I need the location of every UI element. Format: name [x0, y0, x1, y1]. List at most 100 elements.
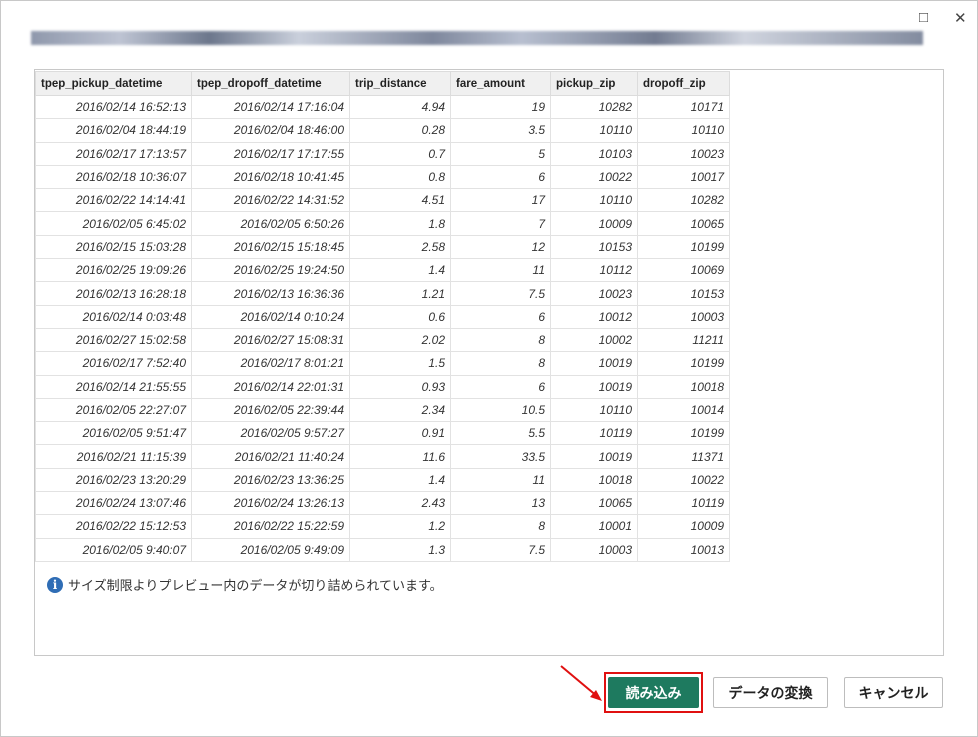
- table-row: 2016/02/05 9:40:07 2016/02/05 9:49:09 1.3 7…: [35, 537, 730, 562]
- table-cell: 7.5: [450, 281, 551, 306]
- table-cell: 7: [450, 211, 551, 236]
- table-cell: 2016/02/18 10:36:07: [35, 164, 192, 190]
- table-cell: 2016/02/22 14:31:52: [191, 188, 350, 213]
- table-cell: 33.5: [450, 444, 551, 469]
- table-row: 2016/02/17 17:13:57 2016/02/17 17:17:55 0.…: [35, 141, 730, 166]
- column-header-trip-distance[interactable]: trip_distance: [349, 71, 451, 96]
- table-row: 2016/02/21 11:15:39 2016/02/21 11:40:24 11…: [35, 444, 730, 469]
- table-cell: 5.5: [450, 421, 551, 446]
- table-cell: 2016/02/23 13:36:25: [191, 467, 350, 493]
- table-cell: 7.5: [450, 537, 551, 562]
- table-cell: 2.02: [349, 327, 451, 353]
- table-cell: 6: [450, 304, 551, 329]
- column-header-fare-amount[interactable]: fare_amount: [450, 71, 551, 96]
- table-row: 2016/02/14 0:03:48 2016/02/14 0:10:24 0.6 6…: [35, 304, 730, 329]
- table-cell: 2016/02/05 6:45:02: [35, 211, 192, 236]
- table-cell: 2016/02/17 17:13:57: [35, 141, 192, 166]
- table-cell: 10009: [637, 514, 730, 539]
- table-cell: 0.93: [349, 374, 451, 399]
- table-cell: 1.21: [349, 281, 451, 306]
- table-cell: 2016/02/05 22:27:07: [35, 397, 192, 423]
- table-cell: 10069: [637, 258, 730, 283]
- table-cell: 10012: [550, 304, 638, 329]
- table-cell: 10110: [550, 118, 638, 143]
- table-cell: 11.6: [349, 444, 451, 469]
- table-cell: 2016/02/13 16:36:36: [191, 281, 350, 306]
- maximize-icon[interactable]: □: [919, 9, 928, 26]
- truncation-notice: i サイズ制限よりプレビュー内のデータが切り詰められています。: [47, 575, 443, 594]
- cancel-button[interactable]: キャンセル: [844, 677, 943, 708]
- table-cell: 10103: [550, 141, 638, 166]
- table-cell: 2016/02/14 16:52:13: [35, 94, 192, 120]
- red-arrow-annotation: [560, 665, 602, 701]
- table-cell: 19: [450, 94, 551, 120]
- column-header-dropoff-zip[interactable]: dropoff_zip: [637, 71, 730, 96]
- table-cell: 2016/02/25 19:09:26: [35, 258, 192, 283]
- table-row: 2016/02/24 13:07:46 2016/02/24 13:26:13 2.…: [35, 491, 730, 516]
- table-cell: 10065: [550, 491, 638, 516]
- table-cell: 12: [450, 234, 551, 260]
- table-cell: 10023: [550, 281, 638, 306]
- table-cell: 2.58: [349, 234, 451, 260]
- table-row: 2016/02/05 6:45:02 2016/02/05 6:50:26 1.8 7…: [35, 211, 730, 236]
- table-cell: 10003: [550, 537, 638, 562]
- table-cell: 10022: [550, 164, 638, 190]
- table-cell: 10065: [637, 211, 730, 236]
- table-cell: 13: [450, 491, 551, 516]
- table-cell: 11: [450, 467, 551, 493]
- table-cell: 10002: [550, 327, 638, 353]
- table-cell: 10009: [550, 211, 638, 236]
- table-cell: 10018: [550, 467, 638, 493]
- truncation-notice-text: サイズ制限よりプレビュー内のデータが切り詰められています。: [68, 578, 443, 593]
- table-cell: 11: [450, 258, 551, 283]
- table-row: 2016/02/04 18:44:19 2016/02/04 18:46:00 0.…: [35, 118, 730, 143]
- table-cell: 10019: [550, 374, 638, 399]
- dialog-window: □ ✕ tpep_pickup_datetime tpep_dropoff_dat…: [0, 0, 978, 737]
- table-cell: 4.94: [349, 94, 451, 120]
- table-cell: 1.8: [349, 211, 451, 236]
- table-cell: 2016/02/22 15:12:53: [35, 514, 192, 539]
- table-cell: 10119: [637, 491, 730, 516]
- table-cell: 2016/02/05 22:39:44: [191, 397, 350, 423]
- table-cell: 10017: [637, 164, 730, 190]
- table-cell: 10199: [637, 351, 730, 376]
- table-cell: 2016/02/21 11:40:24: [191, 444, 350, 469]
- table-cell: 0.8: [349, 164, 451, 190]
- table-cell: 10112: [550, 258, 638, 283]
- table-cell: 2016/02/24 13:07:46: [35, 491, 192, 516]
- table-row: 2016/02/22 15:12:53 2016/02/22 15:22:59 1.…: [35, 514, 730, 539]
- table-cell: 2016/02/17 8:01:21: [191, 351, 350, 376]
- table-cell: 1.3: [349, 537, 451, 562]
- table-cell: 17: [450, 188, 551, 213]
- table-cell: 10014: [637, 397, 730, 423]
- table-cell: 10171: [637, 94, 730, 120]
- table-cell: 2016/02/05 9:51:47: [35, 421, 192, 446]
- table-cell: 10023: [637, 141, 730, 166]
- load-button[interactable]: 読み込み: [608, 677, 699, 708]
- table-cell: 2016/02/22 15:22:59: [191, 514, 350, 539]
- table-row: 2016/02/23 13:20:29 2016/02/23 13:36:25 1.…: [35, 467, 730, 493]
- column-header-tpep-dropoff-datetime[interactable]: tpep_dropoff_datetime: [191, 71, 350, 96]
- info-icon: i: [47, 576, 63, 593]
- table-cell: 0.28: [349, 118, 451, 143]
- table-cell: 10.5: [450, 397, 551, 423]
- table-cell: 2016/02/05 9:49:09: [191, 537, 350, 562]
- table-cell: 2016/02/05 6:50:26: [191, 211, 350, 236]
- table-cell: 10199: [637, 234, 730, 260]
- table-cell: 10282: [550, 94, 638, 120]
- table-cell: 2016/02/14 0:10:24: [191, 304, 350, 329]
- table-cell: 10153: [550, 234, 638, 260]
- table-cell: 2016/02/24 13:26:13: [191, 491, 350, 516]
- table-cell: 3.5: [450, 118, 551, 143]
- table-cell: 0.6: [349, 304, 451, 329]
- transform-data-button[interactable]: データの変換: [713, 677, 828, 708]
- table-cell: 8: [450, 514, 551, 539]
- close-icon[interactable]: ✕: [954, 9, 967, 27]
- table-row: 2016/02/14 16:52:13 2016/02/14 17:16:04 4.…: [35, 94, 730, 120]
- table-cell: 2016/02/13 16:28:18: [35, 281, 192, 306]
- column-header-tpep-pickup-datetime[interactable]: tpep_pickup_datetime: [35, 71, 192, 96]
- column-header-pickup-zip[interactable]: pickup_zip: [550, 71, 638, 96]
- table-cell: 8: [450, 351, 551, 376]
- table-cell: 2016/02/14 17:16:04: [191, 94, 350, 120]
- table-cell: 2.43: [349, 491, 451, 516]
